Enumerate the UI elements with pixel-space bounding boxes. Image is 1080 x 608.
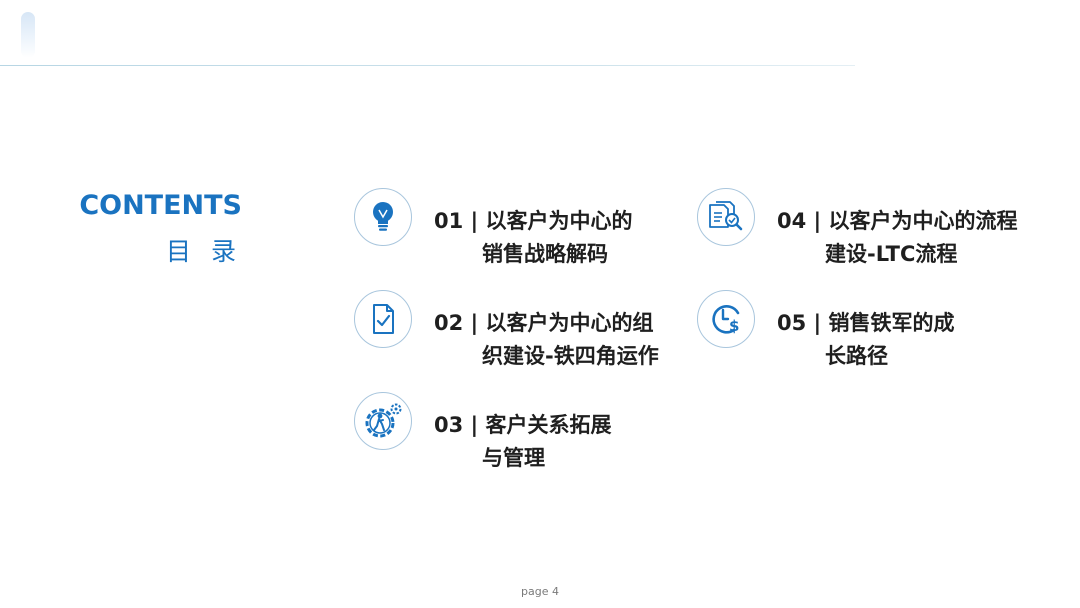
icon-circle	[697, 188, 755, 246]
header-divider	[0, 65, 855, 66]
toc-item-line2: 织建设-铁四角运作	[482, 344, 659, 368]
toc-item-line1: 03 | 客户关系拓展	[434, 413, 612, 437]
toc-item-line1: 02 | 以客户为中心的组	[434, 311, 654, 335]
toc-item-text: 01 | 以客户为中心的 销售战略解码	[434, 205, 633, 271]
toc-item-text: 05 | 销售铁军的成 长路径	[777, 307, 955, 373]
top-accent-bar	[21, 12, 35, 58]
icon-circle	[354, 392, 412, 450]
toc-item-line2: 建设-LTC流程	[825, 242, 958, 266]
toc-item-text: 04 | 以客户为中心的流程 建设-LTC流程	[777, 205, 1018, 271]
contents-title: CONTENTS	[79, 190, 242, 221]
toc-item-line1: 01 | 以客户为中心的	[434, 209, 633, 233]
toc-item-line2: 长路径	[825, 344, 888, 368]
svg-text:$: $	[729, 317, 739, 335]
slide: CONTENTS 目 录 01 | 以客户为中心的 销售战略解码 02 | 以客…	[0, 0, 1080, 608]
documents-search-icon	[709, 201, 743, 231]
toc-item-text: 02 | 以客户为中心的组 织建设-铁四角运作	[434, 307, 659, 373]
icon-circle	[354, 188, 412, 246]
toc-item-line2: 与管理	[482, 446, 545, 470]
lightbulb-icon	[373, 202, 393, 231]
contents-subtitle: 目 录	[166, 237, 242, 266]
document-check-icon	[373, 304, 394, 334]
gear-person-icon	[365, 403, 402, 438]
toc-item-line1: 04 | 以客户为中心的流程	[777, 209, 1018, 233]
page-number: page 4	[521, 585, 559, 598]
clock-dollar-icon: $	[712, 305, 739, 335]
icon-circle: $	[697, 290, 755, 348]
icon-circle	[354, 290, 412, 348]
toc-item-line2: 销售战略解码	[482, 242, 608, 266]
toc-item-text: 03 | 客户关系拓展 与管理	[434, 409, 612, 475]
toc-item-line1: 05 | 销售铁军的成	[777, 311, 955, 335]
